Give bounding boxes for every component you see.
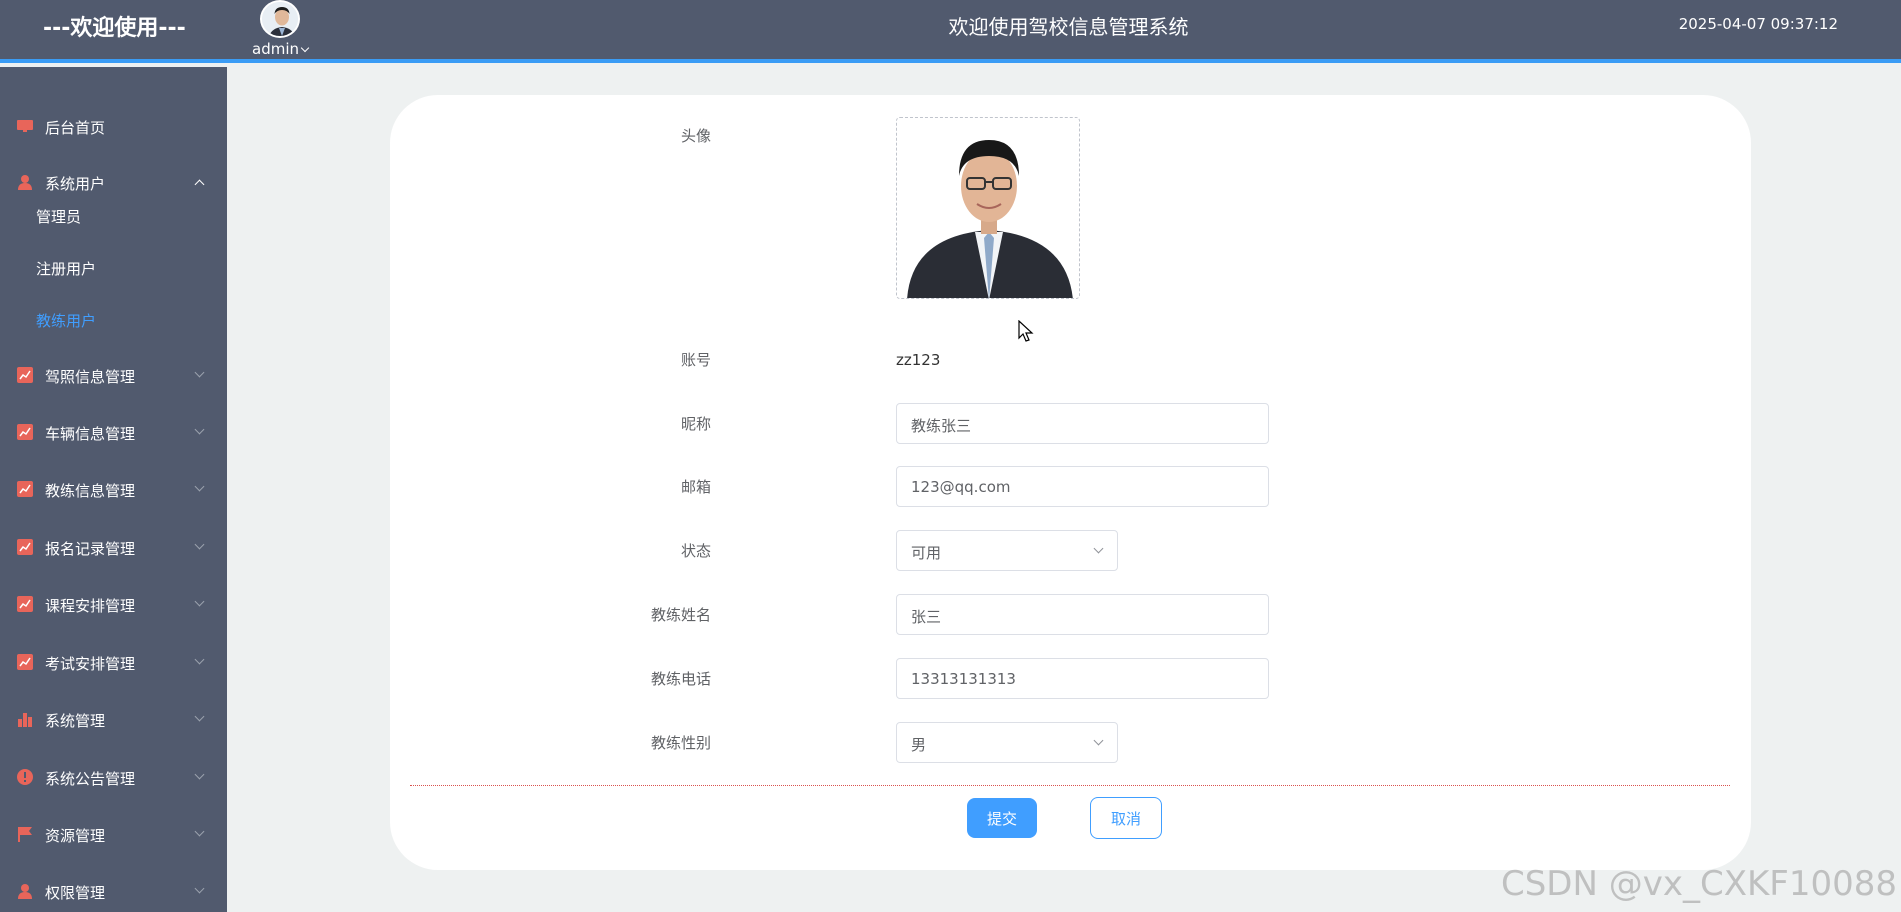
watermark: CSDN @vx_CXKF10088	[1500, 864, 1897, 904]
edit-form-panel: 头像 账号 zz123 昵称 教练张三 邮箱 123@qq.com 状态 可用 …	[390, 95, 1751, 870]
status-label: 状态	[680, 542, 711, 560]
chart-icon	[17, 424, 33, 440]
user-icon	[18, 884, 32, 899]
sidebar-item-label: 系统用户	[45, 175, 106, 193]
chart-icon	[17, 539, 33, 555]
sidebar-item-label: 考试安排管理	[45, 655, 136, 673]
sidebar-item-home[interactable]: 后台首页	[0, 106, 227, 146]
chevron-down-icon	[194, 539, 205, 550]
sidebar-item-system-management[interactable]: 系统管理	[0, 699, 227, 739]
coach-phone-input[interactable]: 13313131313	[896, 658, 1269, 699]
coach-phone-label: 教练电话	[650, 670, 711, 688]
sidebar-item-label: 资源管理	[45, 827, 106, 845]
datetime-display: 2025-04-07 09:37:12	[1678, 15, 1838, 33]
coach-gender-select[interactable]: 男	[896, 722, 1118, 763]
chevron-up-icon	[194, 179, 205, 190]
chevron-down-icon	[194, 883, 205, 894]
nickname-input[interactable]: 教练张三	[896, 403, 1269, 444]
avatar-upload[interactable]	[896, 117, 1080, 299]
alert-icon	[17, 769, 33, 785]
sidebar-item-system-users[interactable]: 系统用户	[0, 162, 227, 202]
coach-photo	[897, 118, 1079, 298]
sidebar-item-coach-info[interactable]: 教练信息管理	[0, 469, 227, 509]
chart-icon	[17, 367, 33, 383]
chevron-down-icon	[194, 481, 205, 492]
chevron-down-icon	[194, 424, 205, 435]
email-input[interactable]: 123@qq.com	[896, 466, 1269, 507]
sidebar-item-label: 权限管理	[45, 884, 106, 902]
status-select[interactable]: 可用	[896, 530, 1118, 571]
chevron-down-icon	[1093, 735, 1104, 746]
sidebar-item-vehicle-info[interactable]: 车辆信息管理	[0, 412, 227, 452]
chevron-down-icon	[1093, 543, 1104, 554]
sidebar-item-signup-records[interactable]: 报名记录管理	[0, 527, 227, 567]
flag-icon	[18, 827, 32, 842]
chevron-down-icon	[300, 43, 310, 53]
sidebar-item-license-info[interactable]: 驾照信息管理	[0, 355, 227, 395]
sidebar-item-label: 驾照信息管理	[45, 368, 136, 386]
chevron-down-icon	[194, 711, 205, 722]
email-label: 邮箱	[680, 478, 711, 496]
coach-name-input[interactable]: 张三	[896, 594, 1269, 635]
avatar-label: 头像	[680, 127, 711, 145]
sidebar-subitem-registered-users[interactable]: 注册用户	[36, 258, 96, 279]
sidebar-item-announcements[interactable]: 系统公告管理	[0, 757, 227, 797]
sidebar-subitem-coach-users[interactable]: 教练用户	[36, 310, 96, 331]
mouse-cursor-icon	[1018, 320, 1034, 342]
sidebar-item-label: 系统公告管理	[45, 770, 136, 788]
sidebar-item-label: 后台首页	[45, 119, 106, 137]
top-header: ---欢迎使用--- admin 欢迎使用驾校信息管理系统 2025-04-07…	[0, 0, 1901, 63]
sidebar-item-permissions[interactable]: 权限管理	[0, 871, 227, 911]
chart-icon	[17, 596, 33, 612]
sidebar-item-label: 教练信息管理	[45, 482, 136, 500]
sidebar-item-resources[interactable]: 资源管理	[0, 814, 227, 854]
system-title: 欢迎使用驾校信息管理系统	[948, 15, 1189, 39]
bar-chart-icon	[18, 713, 32, 727]
sidebar-subitem-admin[interactable]: 管理员	[36, 206, 81, 227]
submit-button[interactable]: 提交	[967, 798, 1037, 838]
chevron-down-icon	[194, 769, 205, 780]
sidebar-item-label: 车辆信息管理	[45, 425, 136, 443]
sidebar-item-course-schedule[interactable]: 课程安排管理	[0, 584, 227, 624]
username-label[interactable]: admin	[248, 40, 312, 58]
chevron-down-icon	[194, 826, 205, 837]
chart-icon	[17, 654, 33, 670]
chevron-down-icon	[194, 367, 205, 378]
chevron-down-icon	[194, 596, 205, 607]
coach-gender-label: 教练性别	[650, 734, 711, 752]
account-value: zz123	[896, 351, 941, 369]
nickname-label: 昵称	[680, 415, 711, 433]
sidebar: 后台首页 系统用户 管理员 注册用户 教练用户 驾照信息管理 车辆信息管理 教练…	[0, 67, 227, 912]
sidebar-item-label: 系统管理	[45, 712, 106, 730]
chart-icon	[17, 481, 33, 497]
sidebar-item-label: 课程安排管理	[45, 597, 136, 615]
cancel-button[interactable]: 取消	[1090, 797, 1162, 839]
sidebar-item-exam-schedule[interactable]: 考试安排管理	[0, 642, 227, 682]
sidebar-item-label: 报名记录管理	[45, 540, 136, 558]
monitor-icon	[17, 120, 33, 132]
user-icon	[18, 175, 32, 190]
form-divider	[410, 785, 1730, 786]
coach-name-label: 教练姓名	[650, 606, 711, 624]
account-label: 账号	[680, 351, 711, 369]
chevron-down-icon	[194, 654, 205, 665]
